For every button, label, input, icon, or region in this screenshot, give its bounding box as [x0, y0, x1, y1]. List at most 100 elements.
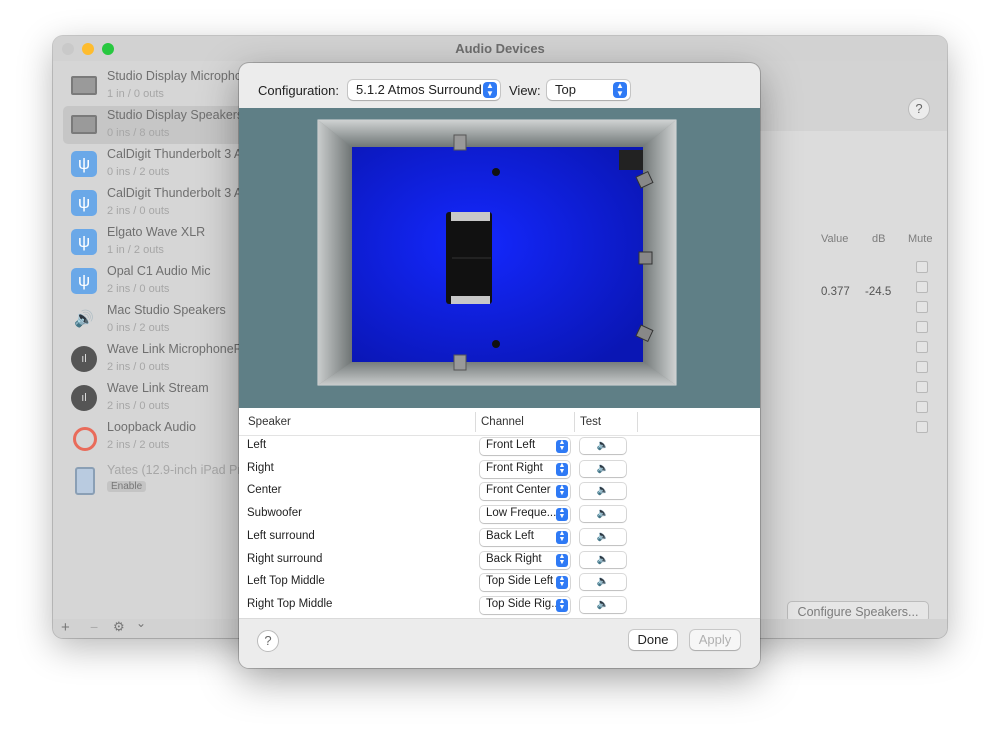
- channel-popup[interactable]: Top Side Left ▲ ▼: [480, 574, 570, 592]
- device-io: 2 ins / 0 outs: [107, 205, 170, 217]
- device-row[interactable]: Studio Display Microphone 1 in / 0 outs: [63, 67, 256, 105]
- column-db: dB: [872, 233, 886, 245]
- device-row[interactable]: ıl Wave Link MicrophoneFX 2 ins / 0 outs: [63, 340, 250, 378]
- device-name: Wave Link Stream: [107, 381, 209, 395]
- done-button[interactable]: Done: [629, 630, 677, 650]
- gear-icon[interactable]: ⚙: [113, 619, 125, 635]
- device-io: 0 ins / 2 outs: [107, 166, 170, 178]
- device-name: Studio Display Speakers: [107, 108, 244, 122]
- window-title: Audio Devices: [455, 41, 545, 56]
- speaker-name: Subwoofer: [247, 507, 302, 520]
- usb-icon: ψ: [71, 190, 97, 216]
- speaker-configuration-sheet: Configuration: 5.1.2 Atmos Surround ▲ ▼ V…: [239, 63, 760, 668]
- column-mute: Mute: [908, 233, 933, 245]
- mute-checkbox[interactable]: [916, 401, 928, 413]
- view-popup[interactable]: Top ▲ ▼: [547, 80, 630, 100]
- device-row[interactable]: 🔊 Mac Studio Speakers 0 ins / 2 outs: [63, 301, 249, 339]
- speaker-table: Speaker Channel Test Left Front Left ▲ ▼ 🔈 Ri…: [239, 408, 760, 618]
- mute-checkbox[interactable]: [916, 361, 928, 373]
- channel-popup[interactable]: Low Freque... ▲ ▼: [480, 506, 570, 524]
- channel-value: Front Left: [486, 439, 536, 451]
- configuration-value: 5.1.2 Atmos Surround: [356, 82, 482, 97]
- speaker-row: Subwoofer Low Freque... ▲ ▼ 🔈: [239, 504, 760, 526]
- speaker-name: Left: [247, 439, 267, 451]
- speaker-name: Center: [247, 484, 282, 497]
- chevron-updown-icon: ▲ ▼: [613, 82, 627, 98]
- test-speaker-button[interactable]: 🔈: [580, 528, 626, 545]
- title-bar: Audio Devices: [53, 36, 947, 61]
- header-divider: [475, 412, 476, 432]
- header-divider: [637, 412, 638, 432]
- test-speaker-button[interactable]: 🔈: [580, 506, 626, 523]
- device-name: Yates (12.9-inch iPad Pro): [107, 463, 253, 477]
- volume-value: 0.377: [821, 286, 850, 298]
- channel-value: Front Center: [486, 484, 551, 497]
- device-row[interactable]: ψ Elgato Wave XLR 1 in / 2 outs: [63, 223, 249, 261]
- channel-popup[interactable]: Back Left ▲ ▼: [480, 528, 570, 546]
- ipad-icon: [75, 467, 95, 495]
- test-speaker-button[interactable]: 🔈: [580, 574, 626, 591]
- device-row[interactable]: Studio Display Speakers 0 ins / 8 outs: [63, 106, 249, 144]
- enable-badge[interactable]: Enable: [107, 481, 147, 492]
- device-row[interactable]: Loopback Audio 2 ins / 2 outs: [63, 418, 249, 456]
- add-device-button[interactable]: +: [61, 619, 70, 636]
- test-speaker-button[interactable]: 🔈: [580, 483, 626, 500]
- sheet-footer: ? Done Apply: [239, 618, 760, 668]
- device-io: 2 ins / 0 outs: [107, 400, 170, 412]
- mute-checkbox[interactable]: [916, 261, 928, 273]
- device-name: Studio Display Microphone: [107, 69, 256, 83]
- test-speaker-button[interactable]: 🔈: [580, 460, 626, 477]
- speaker-name: Left Top Middle: [247, 575, 325, 588]
- apply-button[interactable]: Apply: [690, 630, 740, 650]
- device-row[interactable]: ψ Opal C1 Audio Mic 2 ins / 0 outs: [63, 262, 249, 300]
- speaker-icon: 🔈: [596, 440, 610, 451]
- speaker-row: Left Front Left ▲ ▼ 🔈: [239, 436, 760, 458]
- speaker-row: Center Front Center ▲ ▼ 🔈: [239, 481, 760, 503]
- chevron-down-icon[interactable]: ⌄: [136, 616, 146, 630]
- device-io: 2 ins / 0 outs: [107, 283, 170, 295]
- display-icon: [71, 115, 97, 134]
- mute-checkbox[interactable]: [916, 301, 928, 313]
- room-visualization[interactable]: [239, 108, 760, 408]
- room-top-view: [317, 119, 677, 386]
- mute-checkbox[interactable]: [916, 281, 928, 293]
- header-channel: Channel: [481, 416, 524, 428]
- speaker-icon: 🔈: [596, 462, 610, 474]
- speaker-icon: 🔈: [596, 598, 610, 610]
- channel-value: Top Side Rig...: [486, 597, 561, 610]
- help-button[interactable]: ?: [908, 98, 930, 120]
- device-row[interactable]: ψ CalDigit Thunderbolt 3 Audio 2 ins / 0 o…: [63, 184, 266, 222]
- mute-checkbox[interactable]: [916, 321, 928, 333]
- channel-popup[interactable]: Top Side Rig... ▲ ▼: [480, 596, 570, 614]
- configuration-popup[interactable]: 5.1.2 Atmos Surround ▲ ▼: [348, 80, 500, 100]
- mute-checkbox[interactable]: [916, 421, 928, 433]
- chevron-updown-icon: ▲ ▼: [556, 598, 568, 612]
- channel-popup[interactable]: Front Right ▲ ▼: [480, 460, 570, 478]
- usb-icon: ψ: [71, 229, 97, 255]
- chevron-updown-icon: ▲ ▼: [556, 439, 568, 453]
- device-row[interactable]: ψ CalDigit Thunderbolt 3 Audio 0 ins / 2 o…: [63, 145, 266, 183]
- usb-icon: ψ: [71, 268, 97, 294]
- device-row[interactable]: Yates (12.9-inch iPad Pro) Enable: [63, 461, 253, 499]
- speaker-name: Right: [247, 461, 274, 474]
- speaker-icon: 🔈: [596, 553, 610, 565]
- header-divider: [574, 412, 575, 432]
- device-row[interactable]: ıl Wave Link Stream 2 ins / 0 outs: [63, 379, 249, 417]
- mute-checkbox[interactable]: [916, 341, 928, 353]
- channel-popup[interactable]: Front Left ▲ ▼: [480, 438, 570, 455]
- help-button[interactable]: ?: [257, 630, 279, 652]
- test-speaker-button[interactable]: 🔈: [580, 551, 626, 568]
- channel-value: Back Right: [486, 552, 542, 565]
- channel-popup[interactable]: Back Right ▲ ▼: [480, 551, 570, 569]
- test-speaker-button[interactable]: 🔈: [580, 438, 626, 454]
- channel-value: Back Left: [486, 529, 534, 542]
- chevron-updown-icon: ▲ ▼: [556, 507, 568, 522]
- speaker-icon: 🔈: [596, 530, 610, 542]
- remove-device-button[interactable]: −: [90, 619, 98, 635]
- channel-popup[interactable]: Front Center ▲ ▼: [480, 483, 570, 501]
- chevron-updown-icon: ▲ ▼: [556, 575, 568, 590]
- mute-checkbox[interactable]: [916, 381, 928, 393]
- chevron-updown-icon: ▲ ▼: [556, 484, 568, 499]
- test-speaker-button[interactable]: 🔈: [580, 596, 626, 613]
- usb-icon: ψ: [71, 151, 97, 177]
